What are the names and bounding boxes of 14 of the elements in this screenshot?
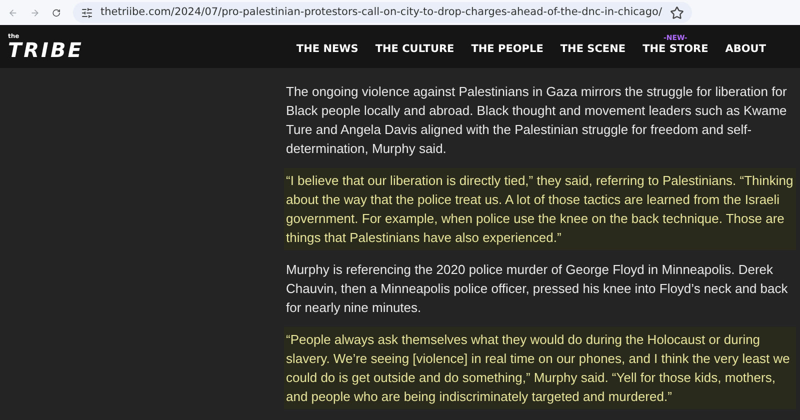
bookmark-star-icon[interactable] bbox=[670, 6, 684, 20]
nav-link[interactable]: THE PEOPLE bbox=[471, 42, 544, 58]
nav-link[interactable]: THE STORE bbox=[642, 42, 708, 58]
article-paragraph: Murphy is referencing the 2020 police murder of George Floyd in Minneapolis. Derek Chauvin, then a Minneapolis police officer, pressed his knee into Floyd’s neck and back for nearly nine minutes. bbox=[285, 261, 789, 317]
site-info-icon[interactable] bbox=[80, 6, 93, 18]
pull-quote: “People always ask themselves what they would do during the Holocaust or during slavery. We’re seeing [violence] in real time on our phones, and I think the very least we could do is get outside and do something,” Murphy said. “Yell for those kids, mothers, and people who are being indiscriminately targeted and murdered.” bbox=[284, 327, 796, 409]
pull-quote: “I believe that our liberation is directly tied,” they said, referring to Palestinians. “Thinking about the way that the police treat us. A lot of those tactics are learned from the Israeli government. For example, when police use the knee on the back technique. Those are things that Palestinians have also experienced.” bbox=[284, 168, 796, 250]
url-text: thetriibe.com/2024/07/pro-palestinian-protestors-call-on-city-to-drop-charges-ahead-of-the-dnc-in-chicago/ bbox=[100, 4, 662, 20]
address-bar[interactable]: thetriibe.com/2024/07/pro-palestinian-protestors-call-on-city-to-drop-charges-ahead-of-the-dnc-in-chicago/ bbox=[72, 2, 692, 23]
nav-link[interactable]: THE SCENE bbox=[560, 42, 626, 58]
nav-link[interactable]: ABOUT bbox=[725, 42, 766, 58]
article-paragraph: The ongoing violence against Palestinians in Gaza mirrors the struggle for liberation for Black people locally and abroad. Black thought and movement leaders such as Kwame Ture and Angela Davis aligned with the Palestinian struggle for freedom and self-determination, Murphy said. bbox=[285, 83, 788, 158]
nav-link[interactable]: THE NEWS bbox=[296, 42, 358, 58]
nav-link[interactable]: THE CULTURE bbox=[375, 42, 454, 58]
